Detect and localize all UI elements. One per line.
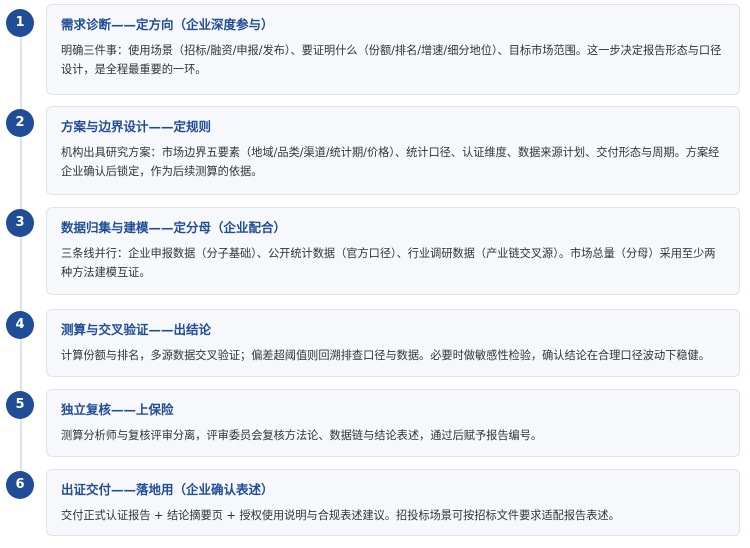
step-number-badge: 3: [6, 209, 34, 237]
step-number-badge: 5: [6, 391, 34, 419]
step-number-badge: 4: [6, 311, 34, 339]
step-title: 出证交付——落地用（企业确认表述）: [61, 482, 274, 497]
step-title: 测算与交叉验证——出结论: [61, 322, 212, 337]
step-card: 方案与边界设计——定规则 机构出具研究方案：市场边界五要素（地域/品类/渠道/统…: [46, 106, 740, 195]
step-card: 独立复核——上保险 测算分析师与复核评审分离，评审委员会复核方法论、数据链与结论…: [46, 389, 740, 457]
step-card: 需求诊断——定方向（企业深度参与） 明确三件事：使用场景（招标/融资/申报/发布…: [46, 4, 740, 95]
step-card: 数据归集与建模——定分母（企业配合） 三条线并行：企业申报数据（分子基础）、公开…: [46, 207, 740, 295]
step-description: 明确三件事：使用场景（招标/融资/申报/发布）、要证明什么（份额/排名/增速/细…: [61, 44, 722, 76]
step-number-badge: 6: [6, 471, 34, 499]
step-description: 测算分析师与复核评审分离，评审委员会复核方法论、数据链与结论表述，通过后赋予报告…: [61, 429, 543, 442]
step-title: 需求诊断——定方向（企业深度参与）: [61, 17, 274, 32]
timeline-rail: [20, 22, 22, 492]
step-card: 测算与交叉验证——出结论 计算份额与排名，多源数据交叉验证；偏差超阈值则回溯排查…: [46, 309, 740, 377]
step-description: 计算份额与排名，多源数据交叉验证；偏差超阈值则回溯排查口径与数据。必要时做敏感性…: [61, 349, 710, 362]
process-timeline: 1 需求诊断——定方向（企业深度参与） 明确三件事：使用场景（招标/融资/申报/…: [0, 0, 750, 548]
step-number-badge: 2: [6, 109, 34, 137]
step-description: 机构出具研究方案：市场边界五要素（地域/品类/渠道/统计期/价格）、统计口径、认…: [61, 146, 720, 178]
step-title: 方案与边界设计——定规则: [61, 119, 212, 134]
step-description: 三条线并行：企业申报数据（分子基础）、公开统计数据（官方口径）、行业调研数据（产…: [61, 247, 716, 279]
step-title: 数据归集与建模——定分母（企业配合）: [61, 220, 287, 235]
step-title: 独立复核——上保险: [61, 402, 174, 417]
step-description: 交付正式认证报告 + 结论摘要页 + 授权使用说明与合规表述建议。招投标场景可按…: [61, 509, 620, 522]
step-number-badge: 1: [6, 9, 34, 37]
step-card: 出证交付——落地用（企业确认表述） 交付正式认证报告 + 结论摘要页 + 授权使…: [46, 469, 740, 536]
